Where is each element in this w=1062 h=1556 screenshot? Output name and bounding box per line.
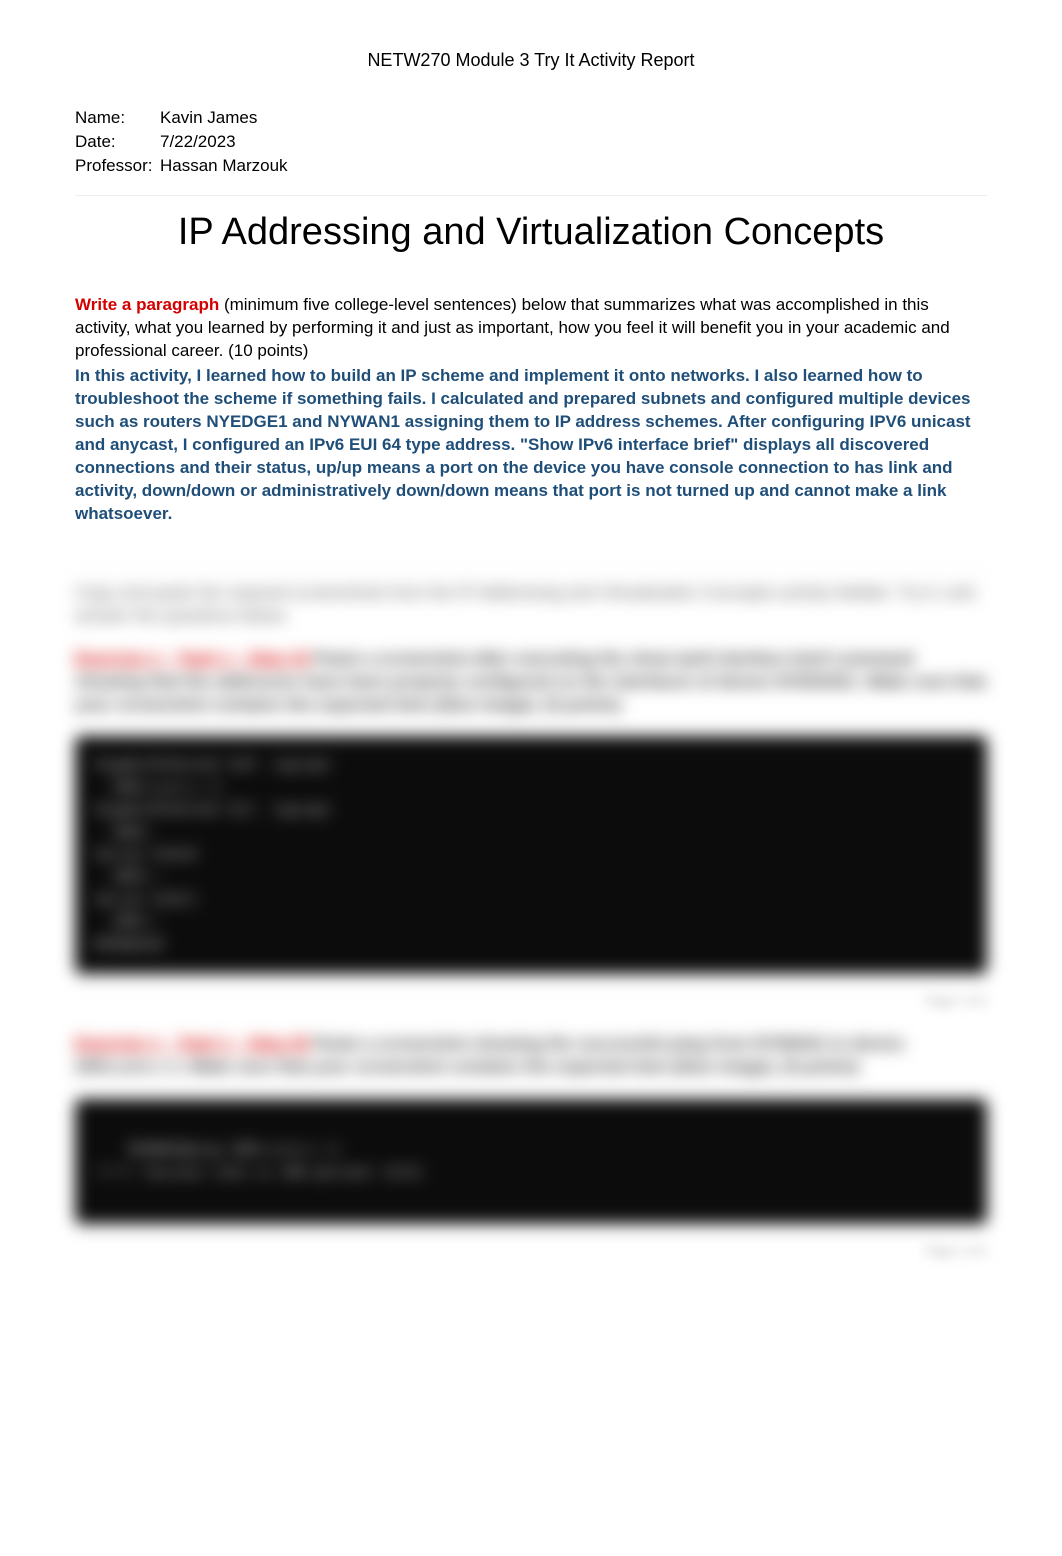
instruction-paragraph: Write a paragraph (minimum five college-… xyxy=(75,294,987,363)
q2-label: Exercise 1 – Task 1 – Step 25 xyxy=(75,1034,309,1053)
meta-professor-row: Professor: Hassan Marzouk xyxy=(75,154,987,178)
blurred-content-2: Exercise 1 – Task 1 – Step 25 Paste a sc… xyxy=(75,1033,987,1079)
date-label: Date: xyxy=(75,130,160,154)
name-label: Name: xyxy=(75,106,160,130)
terminal-screenshot-1: GigabitEthernet 0/0 [up/up] 2001:a:b:c::… xyxy=(75,736,987,974)
date-value: 7/22/2023 xyxy=(160,130,236,154)
professor-label: Professor: xyxy=(75,154,160,178)
meta-date-row: Date: 7/22/2023 xyxy=(75,130,987,154)
course-header: NETW270 Module 3 Try It Activity Report xyxy=(75,50,987,71)
terminal-2-line: NYWAN1#ping 2001:a:b:c::1 !!!!! Success … xyxy=(95,1142,424,1180)
name-value: Kavin James xyxy=(160,106,257,130)
instruction-prefix: Write a paragraph xyxy=(75,295,219,314)
terminal-screenshot-2: NYWAN1#ping 2001:a:b:c::1 !!!!! Success … xyxy=(75,1099,987,1225)
question-2: Exercise 1 – Task 1 – Step 25 Paste a sc… xyxy=(75,1033,987,1079)
page-title: IP Addressing and Virtualization Concept… xyxy=(75,195,987,254)
page-indicator-2: Page 1 of 4 xyxy=(75,1239,987,1258)
meta-block: Name: Kavin James Date: 7/22/2023 Profes… xyxy=(75,106,987,177)
blurred-content: Copy and paste the required screenshots … xyxy=(75,571,987,717)
blurred-intro: Copy and paste the required screenshots … xyxy=(75,571,987,628)
page-indicator-1: Page 1 of 4 xyxy=(75,989,987,1008)
meta-name-row: Name: Kavin James xyxy=(75,106,987,130)
question-1: Exercise 1 – Task 1 – Step 15 Paste a sc… xyxy=(75,648,987,717)
professor-value: Hassan Marzouk xyxy=(160,154,288,178)
q1-label: Exercise 1 – Task 1 – Step 15 xyxy=(75,649,309,668)
student-response: In this activity, I learned how to build… xyxy=(75,365,987,526)
